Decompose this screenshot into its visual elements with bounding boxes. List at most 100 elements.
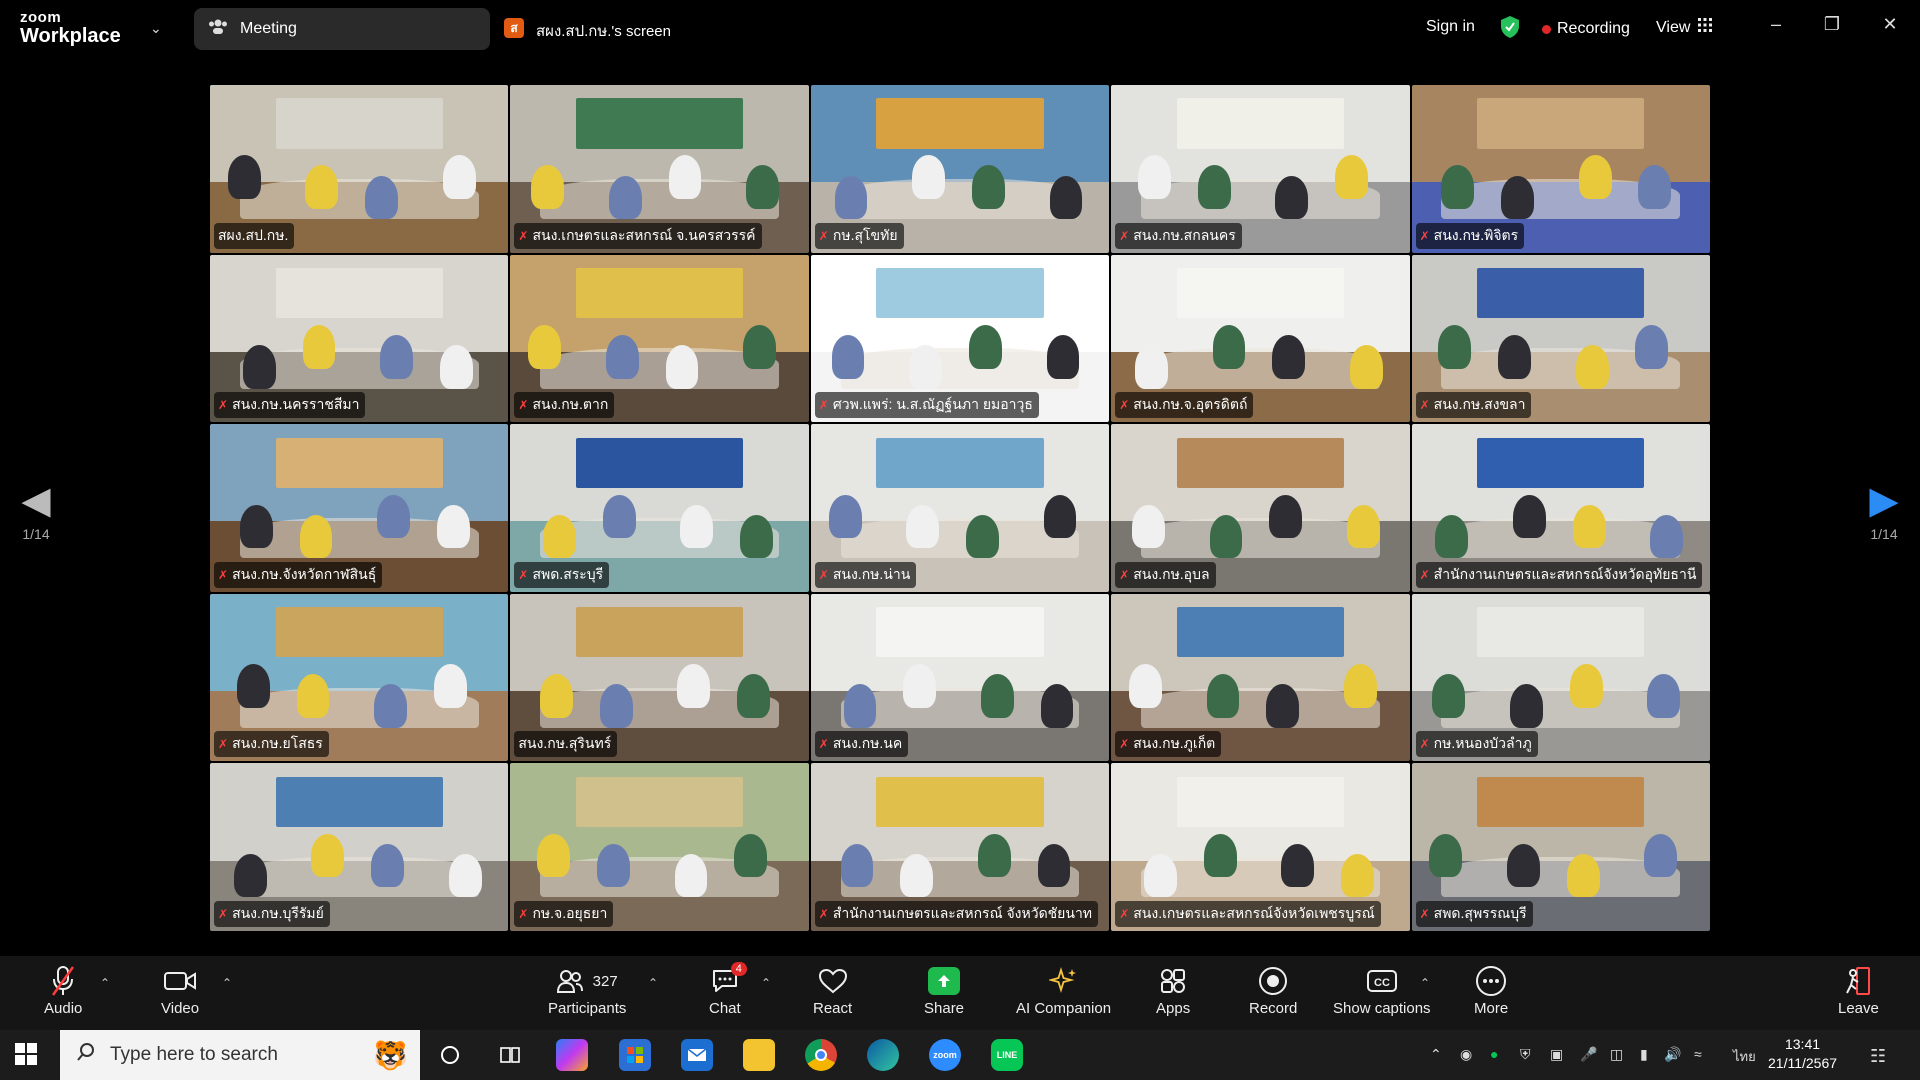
battery-icon[interactable]: ▮ — [1640, 1046, 1648, 1063]
participant-tile[interactable]: ✗ สนง.กษ.ภูเก็ต — [1111, 593, 1410, 762]
tray-microphone-icon[interactable]: 🎤 — [1580, 1046, 1597, 1063]
tray-security-icon[interactable]: ⛨ — [1520, 1046, 1531, 1063]
participant-tile[interactable]: ✗ สำนักงานเกษตรและสหกรณ์จังหวัดอุทัยธานี — [1411, 424, 1710, 592]
line-app-icon[interactable]: LINE — [991, 1039, 1023, 1071]
chat-options-caret-icon[interactable]: ⌃ — [761, 976, 771, 990]
video-person — [1650, 514, 1684, 559]
participant-tile[interactable]: ✗ สนง.กษ.พิจิตร — [1411, 85, 1710, 253]
participant-tile[interactable]: ✗ กษ.สุโขทัย — [810, 85, 1110, 253]
captions-options-caret-icon[interactable]: ⌃ — [1420, 976, 1430, 990]
zoom-workplace-logo[interactable]: zoom Workplace — [20, 10, 121, 46]
chevron-down-icon[interactable]: ⌄ — [150, 20, 162, 37]
volume-icon[interactable]: 🔊 — [1664, 1046, 1681, 1063]
restore-icon[interactable]: ❐ — [1817, 14, 1847, 35]
wifi-icon[interactable]: ≈ — [1694, 1046, 1702, 1062]
leave-button[interactable]: Leave — [1838, 964, 1879, 1017]
taskbar-clock[interactable]: 13:41 21/11/2567 — [1768, 1035, 1837, 1073]
video-person — [1272, 335, 1306, 379]
taskbar-search-box[interactable]: Type here to search 🐯 — [60, 1030, 420, 1080]
chrome-icon[interactable] — [805, 1039, 837, 1071]
edge-icon[interactable] — [867, 1039, 899, 1071]
view-button[interactable]: View — [1656, 18, 1713, 37]
participant-tile[interactable]: ✗ สนง.กษ.จังหวัดกาฬสินธุ์ — [210, 424, 509, 592]
participant-tile[interactable]: ✗ ศวพ.แพร่: น.ส.ณัฏฐ์นภา ยมอาวุธ — [810, 254, 1110, 423]
participant-tile[interactable]: ✗ สนง.กษ.ยโสธร — [210, 593, 509, 762]
file-explorer-icon[interactable] — [743, 1039, 775, 1071]
participant-tile[interactable]: ✗ สนง.กษ.บุรีรัมย์ — [210, 763, 509, 931]
video-button[interactable]: Video — [161, 964, 199, 1017]
tray-line-icon[interactable]: ● — [1490, 1046, 1498, 1062]
previous-page-nav[interactable]: ◀ 1/14 — [16, 482, 56, 542]
chat-button[interactable]: 4 Chat — [709, 962, 747, 1017]
video-banner — [1477, 776, 1645, 828]
participant-tile[interactable]: ✗ สนง.กษ.จ.อุตรดิตถ์ — [1111, 254, 1410, 423]
meeting-tab[interactable]: Meeting — [194, 8, 490, 50]
tray-camera-icon[interactable]: ▣ — [1550, 1046, 1563, 1063]
participant-tile[interactable]: ✗ สนง.กษ.อุบล — [1111, 424, 1410, 592]
language-indicator[interactable]: ไทย — [1733, 1046, 1756, 1067]
tray-display-icon[interactable]: ◫ — [1610, 1046, 1623, 1063]
video-person — [1275, 175, 1309, 220]
participant-name: สผง.สป.กษ. — [218, 226, 289, 243]
next-page-arrow-icon[interactable]: ▶ — [1864, 482, 1904, 520]
participant-tile[interactable]: ✗ สำนักงานเกษตรและสหกรณ์ จังหวัดชัยนาท — [810, 763, 1110, 931]
participant-tile[interactable]: ✗ สนง.กษ.นครราชสีมา — [210, 254, 509, 423]
participants-options-caret-icon[interactable]: ⌃ — [648, 976, 658, 990]
participant-tile[interactable]: ✗ สนง.กษ.น่าน — [810, 424, 1110, 592]
zoom-taskbar-icon[interactable]: zoom — [929, 1039, 961, 1071]
video-person — [1510, 684, 1543, 728]
video-person — [1435, 514, 1469, 559]
participant-tile[interactable]: ✗ กษ.จ.อยุธยา — [510, 763, 809, 931]
participant-tile[interactable]: สผง.สป.กษ. — [210, 85, 509, 253]
minimize-icon[interactable]: – — [1761, 14, 1791, 35]
security-shield-icon[interactable] — [1500, 15, 1520, 44]
mail-icon[interactable] — [681, 1039, 713, 1071]
share-button[interactable]: Share — [924, 964, 964, 1017]
task-view-icon[interactable] — [494, 1039, 526, 1071]
participant-name-label: ✗ กษ.หนองบัวลำภู — [1415, 731, 1538, 758]
record-button[interactable]: Record — [1249, 964, 1297, 1017]
more-label: More — [1474, 1000, 1509, 1017]
recording-indicator[interactable]: Recording — [1542, 20, 1630, 38]
participant-tile[interactable]: ✗ สพด.สระบุรี — [510, 424, 809, 592]
video-person — [1441, 165, 1475, 209]
participant-tile[interactable]: ✗ สนง.กษ.สงขลา — [1411, 254, 1710, 423]
audio-options-caret-icon[interactable]: ⌃ — [100, 976, 110, 990]
audio-button[interactable]: Audio — [44, 964, 82, 1017]
next-page-nav[interactable]: ▶ 1/14 — [1864, 482, 1904, 542]
copilot-icon[interactable] — [556, 1039, 588, 1071]
sign-in-link[interactable]: Sign in — [1426, 18, 1475, 36]
video-person — [828, 494, 862, 539]
participant-tile[interactable]: ✗ สนง.กษ.นค — [810, 593, 1110, 762]
show-captions-button[interactable]: CC Show captions — [1333, 964, 1431, 1017]
video-person — [1212, 324, 1246, 369]
participant-tile[interactable]: ✗ สนง.เกษตรและสหกรณ์จังหวัดเพชรบูรณ์ — [1111, 763, 1410, 931]
participant-tile[interactable]: ✗ สนง.กษ.สกลนคร — [1111, 85, 1410, 253]
tray-record-icon[interactable]: ◉ — [1460, 1046, 1472, 1063]
video-banner — [1176, 98, 1344, 149]
participant-tile[interactable]: ✗ กษ.หนองบัวลำภู — [1411, 593, 1710, 762]
microsoft-store-icon[interactable] — [619, 1039, 651, 1071]
participant-tile[interactable]: สนง.กษ.สุรินทร์ — [510, 593, 809, 762]
video-person — [1043, 494, 1077, 539]
participants-button[interactable]: 327 Participants — [548, 964, 626, 1017]
ai-companion-button[interactable]: AI Companion — [1016, 964, 1111, 1017]
tray-chevron-icon[interactable]: ⌃ — [1430, 1046, 1442, 1063]
participant-tile[interactable]: ✗ สนง.กษ.ตาก — [510, 254, 809, 423]
notifications-icon[interactable]: ☷ — [1870, 1046, 1886, 1067]
participant-name: สนง.เกษตรและสหกรณ์ จ.นครสวรรค์ — [532, 226, 756, 243]
video-options-caret-icon[interactable]: ⌃ — [222, 976, 232, 990]
more-button[interactable]: More — [1474, 964, 1508, 1017]
participant-tile[interactable]: ✗ สนง.เกษตรและสหกรณ์ จ.นครสวรรค์ — [510, 85, 809, 253]
react-button[interactable]: React — [813, 964, 852, 1017]
participant-name: สนง.กษ.บุรีรัมย์ — [232, 905, 324, 921]
participant-tile[interactable]: ✗ สพด.สุพรรณบุรี — [1411, 763, 1710, 931]
video-banner — [576, 268, 744, 319]
screen-share-title[interactable]: สผง.สป.กษ.'s screen — [536, 19, 671, 43]
close-icon[interactable]: ✕ — [1875, 14, 1905, 35]
windows-start-icon[interactable] — [14, 1042, 38, 1071]
cortana-icon[interactable] — [434, 1039, 466, 1071]
video-person — [433, 664, 467, 708]
apps-button[interactable]: Apps — [1156, 964, 1190, 1017]
previous-page-arrow-icon[interactable]: ◀ — [16, 482, 56, 520]
